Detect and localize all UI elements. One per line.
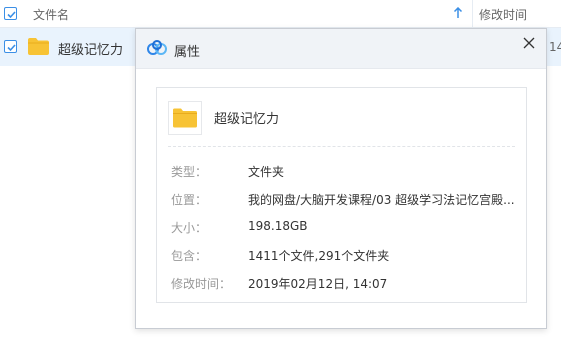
- file-name[interactable]: 超级记忆力: [58, 39, 123, 58]
- select-all-checkbox[interactable]: [4, 7, 17, 20]
- property-contains: 包含： 1411个文件,291个文件夹: [157, 247, 526, 265]
- property-value: 1411个文件,291个文件夹: [248, 249, 390, 263]
- property-value: 文件夹: [248, 165, 285, 179]
- file-list-header: 文件名 修改时间: [0, 0, 561, 28]
- property-value: 198.18GB: [248, 219, 308, 233]
- netdisk-window: 文件名 修改时间 超级记忆力 14 属性 超级记忆力 类型： 文件夹 位置： 我…: [0, 0, 561, 357]
- property-label: 类型：: [171, 165, 208, 179]
- properties-dialog: 属性 超级记忆力 类型： 文件夹 位置： 我的网盘/大脑开发课程/03 超级学习…: [135, 28, 547, 329]
- property-value: 2019年02月12日, 14:07: [248, 277, 388, 291]
- folder-icon: [168, 101, 202, 138]
- properties-panel: 超级记忆力 类型： 文件夹 位置： 我的网盘/大脑开发课程/03 超级学习法记忆…: [156, 87, 527, 303]
- arrow-up-icon[interactable]: [453, 6, 463, 22]
- property-label: 位置：: [171, 193, 208, 207]
- divider: [168, 146, 515, 147]
- property-value: 我的网盘/大脑开发课程/03 超级学习法记忆宫殿...: [248, 193, 515, 207]
- property-size: 大小： 198.18GB: [157, 219, 526, 237]
- dialog-title: 属性: [174, 45, 201, 60]
- property-label: 包含：: [171, 249, 208, 263]
- check-icon: [7, 11, 16, 19]
- row-checkbox[interactable]: [4, 40, 17, 53]
- column-header-mtime[interactable]: 修改时间: [479, 6, 527, 23]
- close-icon[interactable]: [522, 36, 536, 50]
- property-location: 位置： 我的网盘/大脑开发课程/03 超级学习法记忆宫殿...: [157, 191, 526, 209]
- file-mtime: 14: [549, 40, 561, 54]
- column-divider[interactable]: [472, 0, 473, 28]
- property-label: 大小：: [171, 221, 208, 235]
- property-label: 修改时间：: [171, 277, 232, 291]
- baidu-netdisk-logo-icon: [147, 40, 167, 59]
- check-icon: [7, 44, 16, 52]
- property-modified: 修改时间： 2019年02月12日, 14:07: [157, 275, 526, 293]
- folder-icon: [28, 38, 49, 58]
- dialog-title-bar[interactable]: 属性: [136, 29, 546, 69]
- item-name: 超级记忆力: [214, 112, 280, 127]
- property-type: 类型： 文件夹: [157, 163, 526, 181]
- column-header-name[interactable]: 文件名: [33, 6, 69, 23]
